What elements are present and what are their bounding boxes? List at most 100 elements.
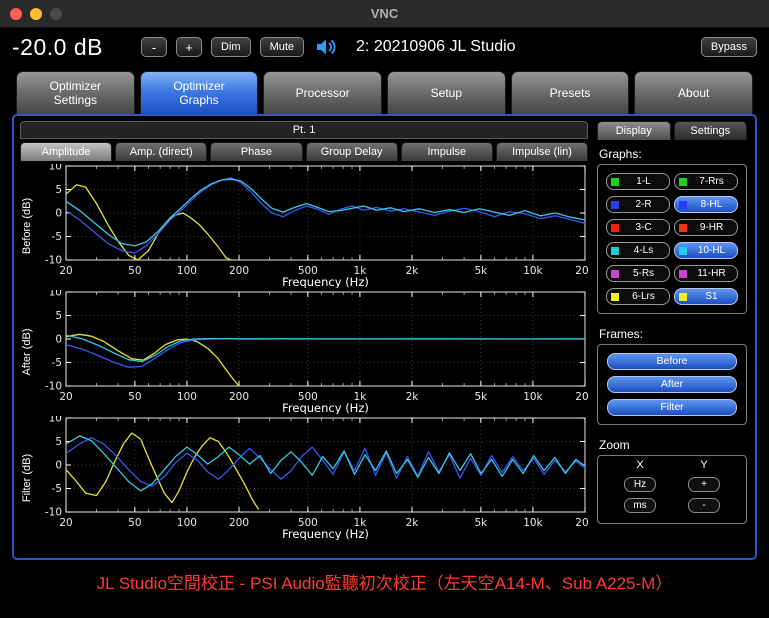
channel-color-swatch [679, 200, 687, 209]
mute-button[interactable]: Mute [259, 37, 305, 57]
tab-processor[interactable]: Processor [263, 71, 383, 114]
frames-box: Before After Filter [597, 344, 747, 425]
frame-button-before[interactable]: Before [607, 353, 737, 370]
fullscreen-button[interactable] [50, 7, 62, 20]
zoom-y-in-button[interactable]: + [688, 477, 720, 492]
svg-text:-10: -10 [45, 507, 62, 519]
display-panel: Display Settings Graphs: 1-L 2-R 3-C 4-Ls 5-… [597, 121, 747, 553]
svg-text:200: 200 [229, 265, 249, 277]
channel-button-4-ls[interactable]: 4-Ls [606, 242, 670, 259]
minimize-button[interactable] [30, 7, 42, 20]
frame-button-filter[interactable]: Filter [607, 399, 737, 416]
svg-text:Frequency (Hz): Frequency (Hz) [282, 527, 369, 540]
filter-chart[interactable]: 20501002005001k2k5k10k20k1050-5-10Freque… [34, 413, 596, 542]
tab-about[interactable]: About [634, 71, 754, 114]
zoom-x-ms-button[interactable]: ms [624, 498, 656, 513]
frame-button-after[interactable]: After [607, 376, 737, 393]
dim-button[interactable]: Dim [211, 37, 251, 57]
bypass-button[interactable]: Bypass [700, 37, 757, 57]
channel-button-label: 4-Ls [633, 244, 654, 256]
svg-text:0: 0 [55, 334, 62, 346]
svg-text:20: 20 [59, 391, 72, 403]
channel-button-label: 2-R [635, 198, 652, 210]
channel-color-swatch [611, 292, 619, 301]
graphs-label: Graphs: [599, 147, 642, 161]
svg-text:10k: 10k [523, 517, 543, 529]
channel-column-2: 7-Rrs 8-HL 9-HR 10-HL 11-HR S1 [674, 173, 738, 305]
svg-text:10: 10 [49, 290, 62, 299]
zoom-label: Zoom [599, 438, 630, 452]
session-caption: JL Studio空間校正 - PSI Audio監聽初次校正（左天空A14-M… [96, 574, 673, 593]
tab-optimizer-settings[interactable]: Optimizer Settings [16, 71, 135, 114]
channel-button-label: 1-L [636, 175, 651, 187]
zoom-y-out-button[interactable]: - [688, 498, 720, 513]
before-chart-block: Before (dB) 20501002005001k2k5k10k20k105… [20, 161, 596, 290]
before-chart[interactable]: 20501002005001k2k5k10k20k1050-5-10Freque… [34, 161, 596, 290]
channel-button-5-rs[interactable]: 5-Rs [606, 265, 670, 282]
svg-text:Frequency (Hz): Frequency (Hz) [282, 401, 369, 414]
channel-color-swatch [611, 269, 619, 278]
channel-button-1-l[interactable]: 1-L [606, 173, 670, 190]
svg-text:2k: 2k [406, 517, 420, 529]
panel-tabs: Display Settings [597, 121, 747, 140]
tab-setup[interactable]: Setup [387, 71, 506, 114]
svg-text:100: 100 [177, 391, 197, 403]
channel-color-swatch [611, 223, 619, 232]
channel-button-9-hr[interactable]: 9-HR [674, 219, 738, 236]
svg-text:-5: -5 [52, 357, 62, 369]
channel-color-swatch [679, 223, 687, 232]
channel-button-8-hl[interactable]: 8-HL [674, 196, 738, 213]
channel-button-s1[interactable]: S1 [674, 288, 738, 305]
channel-color-swatch [679, 177, 687, 186]
svg-text:2k: 2k [406, 391, 420, 403]
channel-button-6-lrs[interactable]: 6-Lrs [606, 288, 670, 305]
subtab-group-delay[interactable]: Group Delay [305, 142, 398, 161]
svg-text:5k: 5k [474, 265, 488, 277]
speaker-icon [315, 38, 339, 56]
svg-text:20: 20 [59, 265, 72, 277]
svg-text:2k: 2k [406, 265, 420, 277]
traffic-lights [10, 7, 62, 20]
svg-text:20k: 20k [575, 391, 588, 403]
svg-text:5k: 5k [474, 391, 488, 403]
volume-up-button[interactable]: + [176, 37, 202, 57]
subtab-impulse[interactable]: Impulse [400, 142, 493, 161]
subtab-amp-direct[interactable]: Amp. (direct) [115, 142, 208, 161]
zoom-x-hz-button[interactable]: Hz [624, 477, 656, 492]
subtab-impulse-lin[interactable]: Impulse (lin) [495, 142, 589, 161]
channel-button-label: 6-Lrs [632, 290, 655, 302]
channel-button-2-r[interactable]: 2-R [606, 196, 670, 213]
channel-button-10-hl[interactable]: 10-HL [674, 242, 738, 259]
channel-button-3-c[interactable]: 3-C [606, 219, 670, 236]
channel-color-swatch [679, 292, 687, 301]
svg-text:10: 10 [49, 164, 62, 173]
subtab-amplitude[interactable]: Amplitude [20, 142, 113, 161]
main-content: Pt. 1 Amplitude Amp. (direct) Phase Grou… [12, 114, 757, 560]
channel-button-11-hr[interactable]: 11-HR [674, 265, 738, 282]
after-chart-block: After (dB) 20501002005001k2k5k10k20k1050… [20, 287, 596, 416]
channel-color-swatch [679, 246, 687, 255]
svg-text:5: 5 [55, 310, 62, 322]
tab-settings[interactable]: Settings [673, 121, 747, 140]
tab-display[interactable]: Display [597, 121, 671, 140]
tab-presets[interactable]: Presets [510, 71, 630, 114]
volume-down-button[interactable]: - [141, 37, 167, 57]
channel-button-7-rrs[interactable]: 7-Rrs [674, 173, 738, 190]
channel-column-1: 1-L 2-R 3-C 4-Ls 5-Rs 6-Lrs [606, 173, 670, 305]
filter-chart-ylabel: Filter (dB) [21, 453, 33, 503]
after-chart[interactable]: 20501002005001k2k5k10k20k1050-5-10Freque… [34, 287, 596, 416]
svg-text:0: 0 [55, 460, 62, 472]
measurement-point-tab[interactable]: Pt. 1 [20, 121, 588, 139]
svg-text:200: 200 [229, 391, 249, 403]
tab-optimizer-graphs[interactable]: Optimizer Graphs [139, 71, 259, 114]
close-button[interactable] [10, 7, 22, 20]
channel-button-label: 7-Rrs [699, 175, 724, 187]
vnc-window: VNC -20.0 dB - + Dim Mute 2: 20210906 JL… [0, 0, 769, 618]
before-chart-ylabel: Before (dB) [21, 197, 33, 255]
svg-text:-5: -5 [52, 483, 62, 495]
graphs-area: Pt. 1 Amplitude Amp. (direct) Phase Grou… [20, 121, 596, 553]
svg-text:10k: 10k [523, 391, 543, 403]
channel-button-label: 10-HL [697, 244, 726, 256]
subtab-phase[interactable]: Phase [210, 142, 303, 161]
topbar: -20.0 dB - + Dim Mute 2: 20210906 JL Stu… [0, 28, 769, 66]
